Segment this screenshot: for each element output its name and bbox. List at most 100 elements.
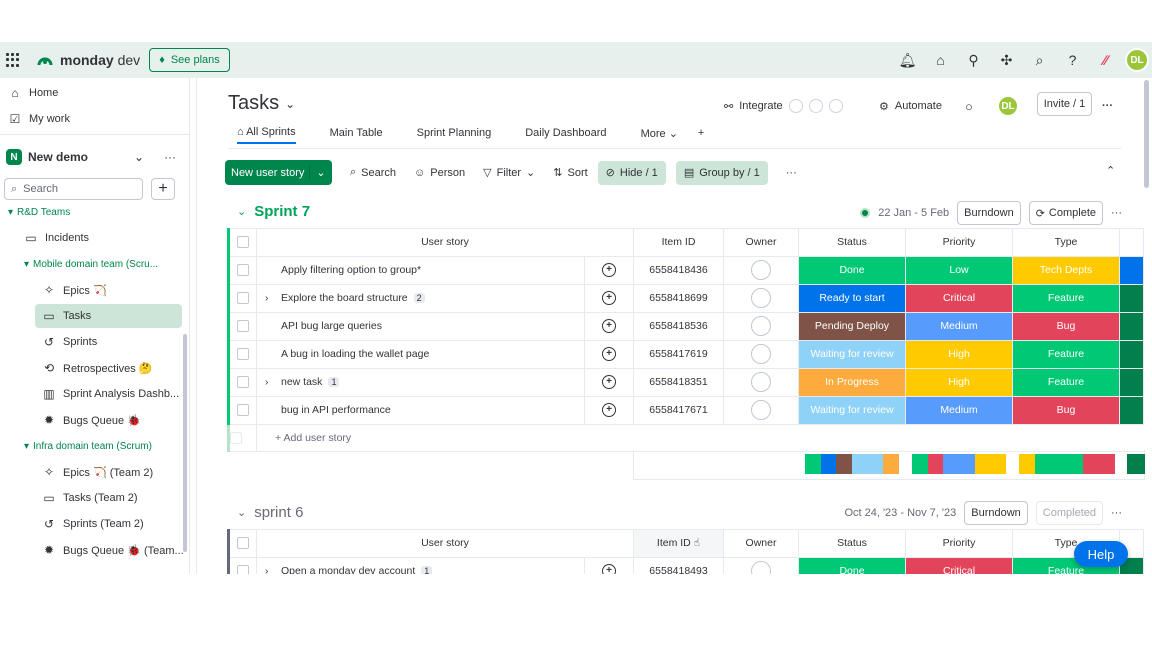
- add-view-button[interactable]: +: [698, 127, 704, 143]
- see-plans-button[interactable]: ♦ See plans: [149, 48, 230, 72]
- story-cell[interactable]: A bug in loading the wallet page: [256, 339, 585, 369]
- owner-cell[interactable]: [723, 395, 799, 425]
- sidebar-item-epics[interactable]: ✧ Epics 🏹: [42, 279, 107, 301]
- page-title[interactable]: Tasks ⌄: [228, 92, 295, 115]
- more-icon[interactable]: ···: [786, 167, 797, 179]
- invite-members-icon[interactable]: ⚲: [957, 52, 990, 69]
- folder-infra-team[interactable]: ▾ Infra domain team (Scrum): [24, 437, 152, 455]
- sidebar-search-input[interactable]: ⌕ Search: [4, 178, 143, 200]
- column-header-owner[interactable]: Owner: [723, 228, 799, 257]
- type-cell[interactable]: Feature: [1012, 283, 1120, 313]
- expand-icon[interactable]: ›: [265, 377, 275, 388]
- story-cell[interactable]: › Explore the board structure 2: [256, 283, 585, 313]
- search-button[interactable]: ⌕ Search: [350, 166, 396, 179]
- board-avatar[interactable]: DL: [997, 94, 1019, 118]
- owner-cell[interactable]: [723, 311, 799, 341]
- column-header-status[interactable]: Status: [798, 529, 906, 558]
- new-user-story-button[interactable]: New user story ⌄: [225, 160, 332, 185]
- sidebar-item-bugs-queue-team2[interactable]: ✹ Bugs Queue 🐞 (Team...: [42, 539, 184, 561]
- status-cell[interactable]: Done: [798, 556, 906, 574]
- tab-all-sprints[interactable]: ⌂ All Sprints: [237, 126, 296, 144]
- tab-daily-dashboard[interactable]: Daily Dashboard: [525, 127, 606, 143]
- more-icon[interactable]: ···: [1111, 207, 1122, 219]
- tab-sprint-planning[interactable]: Sprint Planning: [417, 127, 492, 143]
- row-checkbox[interactable]: [227, 367, 257, 397]
- more-icon[interactable]: ···: [164, 150, 176, 164]
- folder-mobile-team[interactable]: ▾ Mobile domain team (Scru...: [24, 255, 158, 273]
- type-summary-bar[interactable]: [1019, 454, 1115, 474]
- group-by-button[interactable]: ▤ Group by / 1: [675, 160, 768, 185]
- status-cell[interactable]: Done: [798, 255, 906, 285]
- table-row[interactable]: › Explore the board structure 2 +6558418699…: [227, 283, 1144, 313]
- table-row[interactable]: bug in API performance +6558417671 Waiting…: [227, 395, 1144, 425]
- chevron-down-icon[interactable]: ⌄: [309, 166, 332, 179]
- priority-cell[interactable]: Critical: [905, 556, 1013, 574]
- sidebar-item-retrospectives[interactable]: ⟲ Retrospectives 🤔: [42, 357, 153, 379]
- updates-cell[interactable]: +: [584, 339, 634, 369]
- story-cell[interactable]: API bug large queries: [256, 311, 585, 341]
- table-row[interactable]: API bug large queries +6558418536 Pending …: [227, 311, 1144, 341]
- search-icon[interactable]: ⌕: [1023, 52, 1056, 69]
- row-checkbox[interactable]: [227, 255, 257, 285]
- integrate-button[interactable]: ⚯ Integrate: [724, 94, 843, 118]
- owner-cell[interactable]: [723, 367, 799, 397]
- comment-icon[interactable]: ○: [965, 94, 973, 118]
- more-icon[interactable]: ···: [1111, 507, 1122, 519]
- updates-cell[interactable]: +: [584, 255, 634, 285]
- table-row[interactable]: A bug in loading the wallet page +6558417…: [227, 339, 1144, 369]
- sidebar-item-sprints[interactable]: ↺ Sprints: [42, 331, 97, 353]
- sidebar-item-epics-team2[interactable]: ✧ Epics 🏹 (Team 2): [42, 461, 153, 483]
- story-cell[interactable]: › Open a monday dev account 1: [256, 556, 585, 574]
- group-title-sprint-6[interactable]: ⌄ sprint 6: [237, 504, 303, 521]
- bell-icon[interactable]: 🔔︎: [891, 52, 924, 69]
- column-header-item-id[interactable]: Item ID: [633, 228, 724, 257]
- burndown-button[interactable]: Burndown: [964, 501, 1028, 525]
- column-header-item-id[interactable]: Item ID ☝: [633, 529, 724, 558]
- sidebar-item-home[interactable]: ⌂ Home: [8, 82, 58, 104]
- user-avatar[interactable]: DL: [1125, 48, 1149, 72]
- filter-button[interactable]: ▽ Filter ⌄: [483, 166, 535, 180]
- type-cell[interactable]: Tech Depts: [1012, 255, 1120, 285]
- app-switcher-icon[interactable]: [6, 53, 20, 67]
- column-header-owner[interactable]: Owner: [723, 529, 799, 558]
- owner-cell[interactable]: [723, 255, 799, 285]
- column-header-priority[interactable]: Priority: [905, 529, 1013, 558]
- status-cell[interactable]: Waiting for review: [798, 339, 906, 369]
- drag-cursor-icon[interactable]: ☝: [694, 537, 700, 549]
- owner-cell[interactable]: [723, 283, 799, 313]
- tab-main-table[interactable]: Main Table: [330, 127, 383, 143]
- row-checkbox[interactable]: [227, 339, 257, 369]
- priority-cell[interactable]: Medium: [905, 395, 1013, 425]
- group-title-sprint-7[interactable]: ⌄ Sprint 7: [237, 203, 310, 220]
- table-row[interactable]: Apply filtering option to group* +6558418…: [227, 255, 1144, 285]
- folder-rd-teams[interactable]: ▾ R&D Teams: [8, 203, 70, 221]
- updates-cell[interactable]: +: [584, 395, 634, 425]
- owner-cell[interactable]: [723, 339, 799, 369]
- expand-icon[interactable]: ›: [265, 293, 275, 304]
- inbox-icon[interactable]: ⌂: [924, 52, 957, 68]
- hide-button[interactable]: ⊘ Hide / 1: [597, 160, 666, 185]
- sidebar-scrollbar[interactable]: [183, 334, 187, 552]
- updates-cell[interactable]: +: [584, 556, 634, 574]
- priority-cell[interactable]: High: [905, 339, 1013, 369]
- sidebar-item-tasks-team2[interactable]: ▭ Tasks (Team 2): [42, 487, 137, 509]
- help-icon[interactable]: ?: [1056, 52, 1089, 68]
- story-cell[interactable]: › new task 1: [256, 367, 585, 397]
- priority-cell[interactable]: Medium: [905, 311, 1013, 341]
- priority-cell[interactable]: High: [905, 367, 1013, 397]
- type-cell[interactable]: Feature: [1012, 339, 1120, 369]
- apps-icon[interactable]: ✣: [990, 52, 1023, 69]
- row-checkbox[interactable]: [227, 283, 257, 313]
- sidebar-item-incidents[interactable]: ▭ Incidents: [24, 227, 89, 249]
- updates-cell[interactable]: +: [584, 283, 634, 313]
- sort-button[interactable]: ⇅ Sort: [553, 166, 587, 180]
- sidebar-item-my-work[interactable]: ☑ My work: [8, 108, 70, 130]
- priority-cell[interactable]: Low: [905, 255, 1013, 285]
- column-header-story[interactable]: User story: [256, 228, 634, 257]
- column-header-priority[interactable]: Priority: [905, 228, 1013, 257]
- updates-cell[interactable]: +: [584, 311, 634, 341]
- add-user-story-input[interactable]: + Add user story: [256, 423, 1144, 452]
- tab-more[interactable]: More ⌄: [641, 127, 678, 144]
- sidebar-item-tasks[interactable]: ▭ Tasks: [35, 304, 182, 328]
- updates-cell[interactable]: +: [584, 367, 634, 397]
